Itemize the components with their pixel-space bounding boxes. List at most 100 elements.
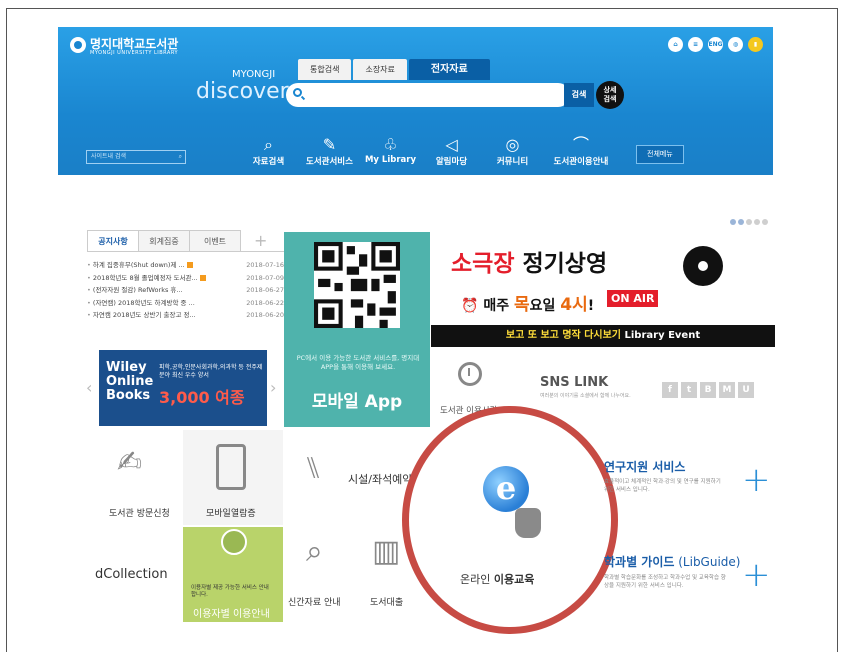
- sns-icons: f t B M U: [662, 382, 754, 398]
- slider-dot[interactable]: [730, 219, 736, 225]
- loan-label: 도서대출: [370, 598, 404, 608]
- home-icon[interactable]: ⌂: [668, 37, 683, 52]
- libguide-title-text: 학과별 가이드: [604, 555, 675, 569]
- libguide-more-icon[interactable]: +: [742, 558, 771, 592]
- logo-subtitle: MYONGJI UNIVERSITY LIBRARY: [90, 50, 179, 56]
- notice-title[interactable]: 하계 집중휴무(Shut down)제 ...: [93, 261, 185, 269]
- list-item[interactable]: 하계 집중휴무(Shut down)제 ... 2018-07-16: [87, 259, 284, 272]
- nav-label: 커뮤니티: [496, 157, 529, 167]
- tab-e-resources[interactable]: 전자자료: [408, 59, 490, 80]
- slider-dot[interactable]: [762, 219, 768, 225]
- schedule-time: 4시: [560, 295, 588, 315]
- slider-dot[interactable]: [746, 219, 752, 225]
- mobile-card-label: 모바일열람증: [206, 509, 256, 519]
- search-input[interactable]: [286, 83, 570, 107]
- nav-label: 알림마당: [435, 157, 468, 167]
- list-item[interactable]: 자연캠 2018년도 상반기 출장고 정... 2018-06-20: [87, 309, 284, 322]
- highlight-circle: [402, 406, 618, 634]
- chat-icon: ◎: [505, 135, 520, 154]
- list-item[interactable]: 2018학년도 8월 졸업예정자 도서관... 2018-07-09: [87, 272, 284, 285]
- tab-event[interactable]: 이벤트: [189, 230, 241, 251]
- top-utility-icons: ⌂ ≡ ENG ◍ ▮: [668, 37, 763, 52]
- band-white: Library Event: [621, 330, 701, 341]
- megaphone-icon: ◁: [445, 135, 458, 154]
- libguide-description: 학과별 학습문화를 조성하고 학과수업 및 교육학습 향상을 지원하기 위한 서…: [604, 575, 726, 589]
- user-guide-tile[interactable]: 이용자별 제공 가능한 서비스 안내 합니다. 이용자별 이용안내: [183, 527, 283, 622]
- slider-dot[interactable]: [738, 219, 744, 225]
- globe-icon[interactable]: ◍: [728, 37, 743, 52]
- on-air-badge: ON AIR: [607, 290, 659, 307]
- advanced-search-button[interactable]: 상세 검색: [596, 81, 624, 109]
- banner-prev-icon[interactable]: ‹: [86, 378, 92, 397]
- research-support-title[interactable]: 연구지원 서비스: [604, 458, 685, 475]
- facebook-icon[interactable]: f: [662, 382, 678, 398]
- m-icon[interactable]: M: [719, 382, 735, 398]
- mobile-card-tile[interactable]: 모바일열람증: [183, 430, 283, 525]
- list-item[interactable]: (자연캠) 2018학년도 하계방학 중 ... 2018-06-22: [87, 297, 284, 310]
- visit-request-tile[interactable]: ✍ 도서관 방문신청: [87, 430, 182, 525]
- notice-title[interactable]: (전자자원 절감) RefWorks 휴...: [87, 284, 183, 297]
- qr-code-icon: [314, 242, 400, 328]
- magnifier-icon: ⌕: [306, 534, 323, 569]
- twitter-icon[interactable]: t: [681, 382, 697, 398]
- eng-icon[interactable]: ENG: [708, 37, 723, 52]
- notice-date: 2018-06-22: [246, 298, 284, 307]
- notice-date: 2018-06-20: [246, 311, 284, 319]
- form-pen-icon: ✍: [117, 445, 143, 480]
- nav-label: 자료검색: [252, 157, 285, 167]
- notice-more-button[interactable]: +: [254, 230, 267, 251]
- site-header: 명지대학교도서관 MYONGJI UNIVERSITY LIBRARY ⌂ ≡ …: [58, 27, 773, 175]
- sns-description: 여러분의 이야기를 소셜에서 함께 나누어요.: [540, 393, 631, 399]
- nav-item-search[interactable]: ⌕ 자료검색: [238, 135, 299, 167]
- mobile-app-tile[interactable]: PC에서 이용 가능한 도서관 서비스를, 명지대 APP을 통해 이용해 보세…: [284, 232, 430, 427]
- wiley-logo: Wiley Online Books: [106, 360, 154, 403]
- new-badge-icon: [199, 274, 206, 281]
- notice-title[interactable]: (자연캠) 2018학년도 하계방학 중 ...: [87, 297, 195, 310]
- phone-barcode-icon: [216, 444, 246, 490]
- notice-title[interactable]: 자연캠 2018년도 상반기 출장고 정...: [87, 309, 196, 322]
- list-item[interactable]: (전자자원 절감) RefWorks 휴... 2018-06-27: [87, 284, 284, 297]
- nav-item-community[interactable]: ◎ 커뮤니티: [482, 135, 543, 167]
- tab-integrated-search[interactable]: 통합검색: [298, 59, 352, 80]
- tab-notice[interactable]: 공지사항: [87, 230, 139, 251]
- mobile-app-title: 모바일 App: [311, 392, 403, 412]
- notice-date: 2018-07-16: [246, 261, 284, 269]
- nav-item-library-service[interactable]: ✎ 도서관서비스: [299, 135, 360, 167]
- all-menu-button[interactable]: 전체메뉴: [636, 145, 684, 164]
- wiley-banner[interactable]: Wiley Online Books 피학,공학,인문사회과학,의과학 등 전주…: [99, 350, 267, 426]
- notice-title[interactable]: 2018학년도 8월 졸업예정자 도서관...: [93, 274, 198, 282]
- site-search-input[interactable]: 사이트내 검색 ⌕: [86, 150, 186, 164]
- notice-date: 2018-07-09: [246, 273, 284, 282]
- tab-holdings[interactable]: 소장자료: [353, 59, 407, 80]
- user-guide-description: 이용자별 제공 가능한 서비스 안내 합니다.: [191, 585, 269, 598]
- dcollection-tile[interactable]: dCollection: [87, 527, 182, 622]
- nav-item-notice[interactable]: ◁ 알림마당: [421, 135, 482, 167]
- theater-title: 소극장 정기상영: [451, 244, 607, 278]
- nav-item-my-library[interactable]: ♧ My Library: [360, 135, 421, 167]
- new-books-tile[interactable]: ⌕ 신간자료 안내: [284, 527, 357, 622]
- slider-dots: [730, 219, 768, 225]
- search-tabs: 통합검색 소장자료 전자자료: [298, 59, 492, 80]
- new-badge-icon: [186, 262, 193, 268]
- pen-icon: ✎: [322, 135, 337, 154]
- notice-list: 하계 집중휴무(Shut down)제 ... 2018-07-16 2018학년…: [87, 259, 284, 322]
- libguide-title[interactable]: 학과별 가이드 (LibGuide): [604, 553, 740, 570]
- u-icon[interactable]: U: [738, 382, 754, 398]
- search-button[interactable]: 검색: [564, 83, 594, 107]
- nav-item-guide[interactable]: ⌒ 도서관이용안내: [543, 135, 619, 167]
- list-icon[interactable]: ≡: [688, 37, 703, 52]
- banner-next-icon[interactable]: ›: [270, 378, 276, 397]
- facility-label: 시설/좌석예약: [348, 473, 413, 486]
- research-more-icon[interactable]: +: [742, 463, 771, 497]
- slider-dot[interactable]: [754, 219, 760, 225]
- site-search-icon[interactable]: ⌕: [179, 151, 182, 163]
- dcollection-label: dCollection: [95, 567, 168, 582]
- libguide-title-light: (LibGuide): [674, 555, 741, 569]
- blog-icon[interactable]: B: [700, 382, 716, 398]
- theater-band: 보고 또 보고 명작 다시보기 Library Event: [431, 325, 775, 347]
- theater-banner[interactable]: 소극장 정기상영 ⏰ 매주 목요일 4시! ON AIR 보고 또 보고 명작 …: [431, 232, 775, 347]
- tab-accounting[interactable]: 회계집중: [138, 230, 190, 251]
- lock-icon[interactable]: ▮: [748, 37, 763, 52]
- theater-title-red: 소극장: [451, 251, 515, 277]
- open-book-icon: ▥: [372, 534, 401, 569]
